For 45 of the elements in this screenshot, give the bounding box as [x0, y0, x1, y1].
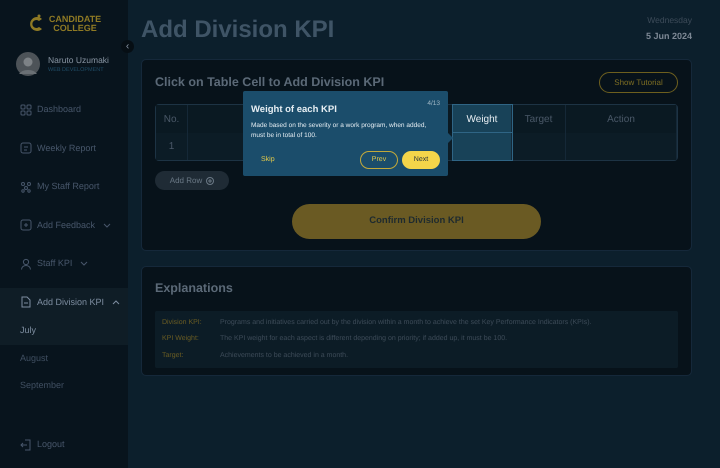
sidebar-item[interactable]: Add Division KPI [0, 288, 128, 317]
avatar [16, 52, 40, 76]
submenu-item[interactable]: July [0, 317, 128, 344]
sidebar-item[interactable]: Dashboard [0, 95, 128, 124]
sidebar-item[interactable]: Weekly Report [0, 134, 128, 163]
user-icon [20, 258, 32, 270]
table-cell[interactable] [512, 133, 566, 160]
plus-circle-icon [206, 176, 214, 184]
user-name: Naruto Uzumaki [48, 54, 109, 66]
people-icon [20, 180, 32, 193]
add-row-button[interactable]: Add Row [155, 171, 229, 190]
table-cell[interactable] [566, 133, 677, 160]
column-header: Action [566, 105, 677, 133]
report-icon [20, 142, 32, 154]
logout-icon [20, 438, 32, 451]
table-cell[interactable] [453, 133, 512, 160]
table-cell[interactable]: 1 [156, 133, 188, 160]
sidebar-item[interactable]: Add Feedback [0, 210, 128, 240]
column-header: Target [512, 105, 566, 133]
sidebar-item[interactable]: My Staff Report [0, 172, 128, 202]
sidebar-label: Weekly Report [37, 142, 96, 155]
sidebar-item[interactable]: Staff KPI [0, 249, 128, 278]
column-header: No. [156, 105, 188, 133]
card-title: Explanations [155, 280, 234, 297]
sidebar-label: Add Division KPI [37, 296, 104, 308]
collapse-button[interactable]: ‹ [121, 40, 134, 53]
sidebar-label: Staff KPI [37, 257, 72, 270]
date: 5 Jun 2024 [646, 30, 692, 43]
sidebar-label: My Staff Report [37, 180, 100, 193]
submenu-item[interactable]: September [0, 372, 128, 400]
logo-text: COLLEGE [52, 24, 98, 33]
page-title: Add Division KPI [141, 18, 334, 45]
logout-link[interactable]: Logout [0, 430, 128, 460]
logo-text: CANDIDATE [48, 15, 102, 24]
confirm-button[interactable]: Confirm Division KPI [292, 204, 541, 239]
column-header: Weight [453, 105, 512, 133]
grid-icon [20, 104, 32, 116]
card-title: Click on Table Cell to Add Division KPI [155, 74, 384, 92]
tutorial-button[interactable]: Show Tutorial [599, 72, 678, 93]
submenu-item[interactable]: August [0, 344, 128, 372]
tooltip-title: Weight of each KPI [251, 103, 337, 117]
plus-box-icon [20, 219, 32, 232]
sidebar-label: Dashboard [37, 103, 82, 116]
document-icon [20, 296, 32, 308]
sidebar-label: Add Feedback [37, 218, 96, 232]
